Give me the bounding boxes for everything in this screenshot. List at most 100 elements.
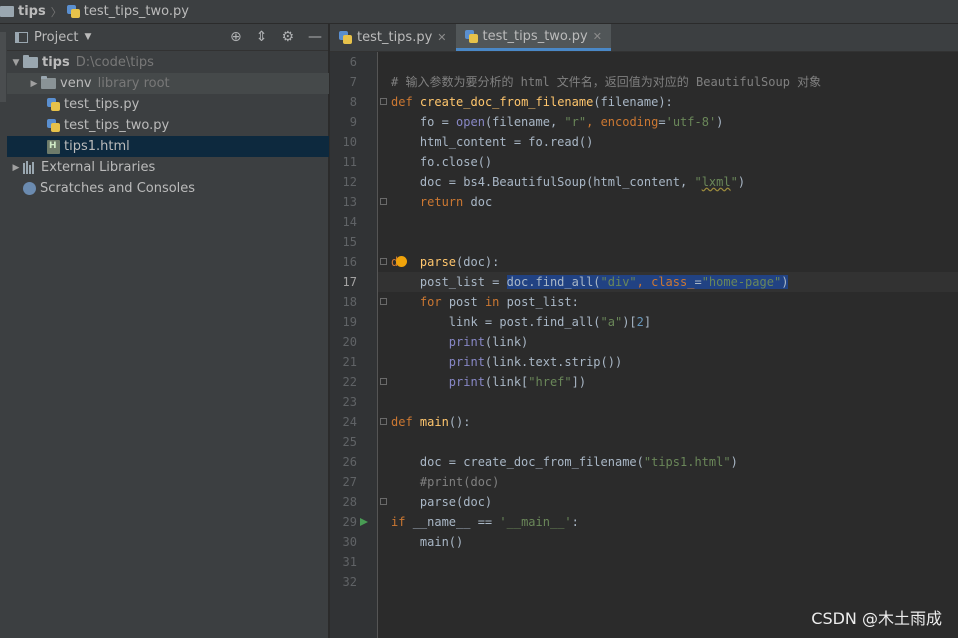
breadcrumb-root[interactable]: tips [0,4,46,19]
line-number: 32 [342,575,357,589]
tree-item-label: test_tips_two.py [64,118,170,133]
line-number: 19 [342,315,357,329]
line-number: 14 [342,215,357,229]
code-line: html_content = fo.read() [378,132,958,152]
project-panel: Project ▼ ⊕ ⇕ ⚙ — ▼ tips D:\code\tips ▶ … [7,24,329,638]
fold-icon[interactable] [380,98,387,105]
code-text: post_list: [499,295,579,309]
fold-icon[interactable] [380,418,387,425]
code-text: doc = bs4.BeautifulSoup(html_content, [419,175,695,189]
project-icon [15,31,28,43]
gear-icon[interactable]: ⚙ [281,29,294,45]
code-text: link = post.find_all( [448,315,601,329]
navigation-bar: tips 〉 test_tips_two.py [0,0,958,24]
tree-item-tips[interactable]: ▼ tips D:\code\tips [7,52,329,73]
fold-icon[interactable] [380,498,387,505]
line-number: 21 [342,355,357,369]
editor-tabs: test_tips.py ✕ test_tips_two.py ✕ [330,24,958,52]
chevron-right-icon: 〉 [50,5,62,19]
tree-item-external-libraries[interactable]: ▶ External Libraries [7,157,329,178]
line-number: 7 [349,75,357,89]
code-line: def main(): [378,412,958,432]
line-number: 11 [342,155,357,169]
collapse-all-icon[interactable]: ⇕ [256,29,268,45]
chevron-right-icon[interactable]: ▶ [27,79,41,89]
code-text: (link.text.strip()) [484,355,623,369]
code-editor[interactable]: # 输入参数为要分析的 html 文件名，返回值为对应的 BeautifulSo… [378,52,958,638]
tab-test-tips[interactable]: test_tips.py ✕ [330,24,456,51]
code-text: (filename, [484,115,565,129]
code-line: link = post.find_all("a")[2] [378,312,958,332]
code-line: main() [378,532,958,552]
code-line: if __name__ == '__main__': [378,512,958,532]
python-file-icon [66,5,80,18]
code-text: ) [781,275,789,289]
line-number: 24 [342,415,357,429]
tab-label: test_tips_two.py [482,28,588,44]
code-text: main() [419,535,464,549]
code-param: encoding [600,115,659,129]
fold-icon[interactable] [380,298,387,305]
code-keyword: def [391,415,413,429]
code-line: doc = create_doc_from_filename("tips1.ht… [378,452,958,472]
code-keyword: for [419,295,442,309]
project-panel-header: Project ▼ ⊕ ⇕ ⚙ — [7,24,328,51]
code-function-name: create_doc_from_filename [419,95,594,109]
run-icon[interactable] [360,518,368,526]
line-number: 20 [342,335,357,349]
line-number: 30 [342,535,357,549]
code-string: "home-page" [701,275,782,289]
chevron-down-icon[interactable]: ▼ [9,58,23,68]
code-selection: doc.find_all("div", class_="home-page") [506,275,789,289]
tree-item-scratches[interactable]: Scratches and Consoles [7,178,329,199]
fold-icon[interactable] [380,198,387,205]
tree-item-test-tips[interactable]: test_tips.py [7,94,329,115]
code-text: doc = create_doc_from_filename( [419,455,644,469]
tree-item-hint: library root [97,76,170,91]
code-param: class_ [651,275,695,289]
tree-item-label: tips1.html [64,139,130,154]
code-string: "href" [528,375,572,389]
code-builtin: open [456,115,485,129]
code-line: doc = bs4.BeautifulSoup(html_content, "l… [378,172,958,192]
watermark: CSDN @木土雨成 [811,609,942,628]
tree-item-test-tips-two[interactable]: test_tips_two.py [7,115,329,136]
line-number: 10 [342,135,357,149]
tree-item-label: test_tips.py [64,97,140,112]
locate-icon[interactable]: ⊕ [230,29,242,45]
chevron-down-icon[interactable]: ▼ [84,32,91,42]
code-text: )[ [622,315,637,329]
fold-icon[interactable] [380,378,387,385]
project-tool-button[interactable] [0,32,6,102]
line-number: 22 [342,375,357,389]
html-file-icon [47,139,60,154]
code-string: "tips1.html" [643,455,731,469]
code-text: ] [643,315,652,329]
scratches-icon [23,182,36,195]
minimize-icon[interactable]: — [308,29,322,45]
project-panel-title[interactable]: Project [34,30,78,45]
line-number: 9 [349,115,357,129]
code-text: ) [737,175,746,189]
chevron-right-icon[interactable]: ▶ [9,163,23,173]
folder-icon [0,6,14,17]
code-text: (filename): [593,95,673,109]
lightbulb-icon[interactable] [396,256,407,267]
code-comment: #print(doc) [419,475,500,489]
close-icon[interactable]: ✕ [593,30,602,43]
fold-icon[interactable] [380,258,387,265]
tree-item-venv[interactable]: ▶ venv library root [7,73,329,94]
breadcrumb-file[interactable]: test_tips_two.py [66,4,189,19]
code-text: = [658,115,666,129]
panel-toolbar: ⊕ ⇕ ⚙ — [230,29,328,45]
close-icon[interactable]: ✕ [437,31,446,44]
tree-item-tips1-html[interactable]: tips1.html [7,136,329,157]
line-number: 17 [342,275,357,289]
tab-test-tips-two[interactable]: test_tips_two.py ✕ [455,24,611,51]
code-function-name: main [419,415,449,429]
code-line-current: post_list = doc.find_all("div", class_="… [378,272,958,292]
line-number: 18 [342,295,357,309]
